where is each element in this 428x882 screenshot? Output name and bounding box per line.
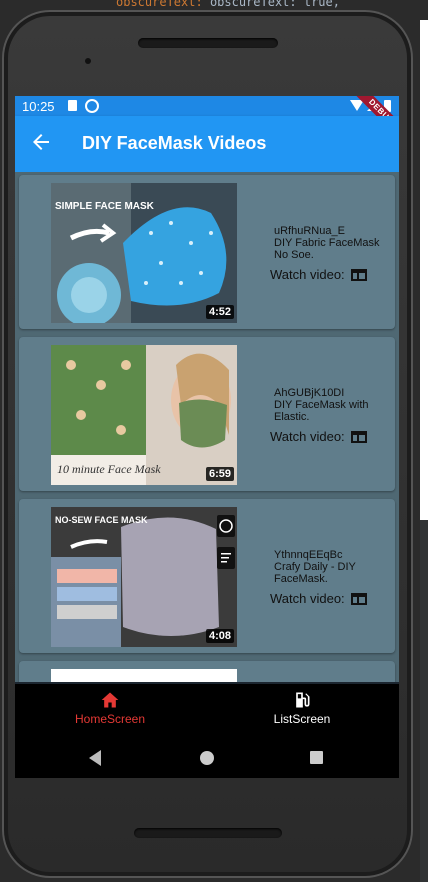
video-card[interactable] (19, 661, 395, 682)
video-info: AhGUBjK10DI DIY FaceMask with Elastic. (274, 387, 392, 423)
web-icon (350, 268, 367, 281)
thumbnail-caption: 10 minute Face Mask (57, 462, 161, 476)
video-id: AhGUBjK10DI (274, 387, 345, 399)
watch-video-link[interactable]: Watch video: (270, 591, 367, 606)
watch-video-link[interactable]: Watch video: (270, 429, 367, 444)
video-info: uRfhuRNua_E DIY Fabric FaceMask No Soe. (274, 225, 392, 261)
app-bar: DIY FaceMask Videos (15, 116, 399, 172)
thumbnail-caption: SIMPLE FACE MASK (55, 201, 155, 212)
nav-label-list: ListScreen (273, 712, 331, 726)
video-id: YthnnqEEqBc (274, 549, 343, 561)
web-icon (350, 430, 367, 443)
video-thumbnail[interactable] (51, 669, 237, 682)
ide-side-panel (420, 20, 428, 520)
front-camera (85, 58, 91, 64)
page-title: DIY FaceMask Videos (82, 133, 267, 153)
watch-video-label: Watch video: (270, 591, 345, 606)
video-duration: 4:08 (205, 629, 234, 643)
video-title: DIY FaceMask with Elastic. (274, 399, 369, 423)
status-time: 10:25 (22, 99, 55, 114)
watch-video-label: Watch video: (270, 267, 345, 282)
thumbnail-caption: NO-SEW FACE MASK (55, 515, 148, 525)
gas-station-icon (296, 692, 310, 708)
top-speaker (138, 38, 278, 48)
status-bar: 10:25 DEBUG (15, 96, 399, 145)
watch-video-label: Watch video: (270, 429, 345, 444)
video-id: uRfhuRNua_E (274, 225, 345, 237)
video-thumbnail[interactable]: SIMPLE FACE MASK 4:52 (51, 183, 237, 323)
video-info: YthnnqEEqBc Crafy Daily - DIY FaceMask. (274, 549, 392, 585)
video-list[interactable]: SIMPLE FACE MASK 4:52 uRfhuRNua_E DIY Fa… (15, 172, 399, 682)
system-back-icon[interactable] (89, 750, 101, 766)
home-icon (101, 692, 119, 708)
device-screen: 10:25 DEBUG DIY FaceMask Videos SIMPLE F… (15, 96, 399, 778)
video-duration: 4:52 (205, 305, 234, 319)
nav-label-home: HomeScreen (74, 712, 146, 726)
video-card[interactable]: SIMPLE FACE MASK 4:52 uRfhuRNua_E DIY Fa… (19, 175, 395, 329)
system-navigation-bar (15, 738, 399, 778)
sd-card-icon (68, 100, 77, 111)
ide-side-strip (420, 520, 428, 882)
web-icon (350, 592, 367, 605)
nav-item-list[interactable]: ListScreen (227, 690, 377, 726)
watch-video-link[interactable]: Watch video: (270, 267, 367, 282)
bottom-speaker (134, 828, 282, 838)
video-thumbnail[interactable]: NO-SEW FACE MASK 4:08 (51, 507, 237, 647)
arrow-back-icon[interactable] (29, 130, 53, 154)
video-card[interactable]: 10 minute Face Mask 6:59 AhGUBjK10DI DIY… (19, 337, 395, 491)
bottom-navigation: HomeScreen ListScreen (15, 682, 399, 740)
ide-code-line: obscureText: obscureText: true, (116, 0, 340, 9)
sync-icon (85, 99, 99, 113)
video-thumbnail[interactable]: 10 minute Face Mask 6:59 (51, 345, 237, 485)
video-card[interactable]: NO-SEW FACE MASK 4:08 YthnnqEEqBc Crafy … (19, 499, 395, 653)
nav-item-home[interactable]: HomeScreen (35, 690, 185, 726)
video-title: DIY Fabric FaceMask No Soe. (274, 237, 380, 261)
video-duration: 6:59 (205, 467, 234, 481)
system-home-icon[interactable] (200, 751, 214, 765)
system-recents-icon[interactable] (310, 751, 323, 764)
video-title: Crafy Daily - DIY FaceMask. (274, 561, 356, 585)
